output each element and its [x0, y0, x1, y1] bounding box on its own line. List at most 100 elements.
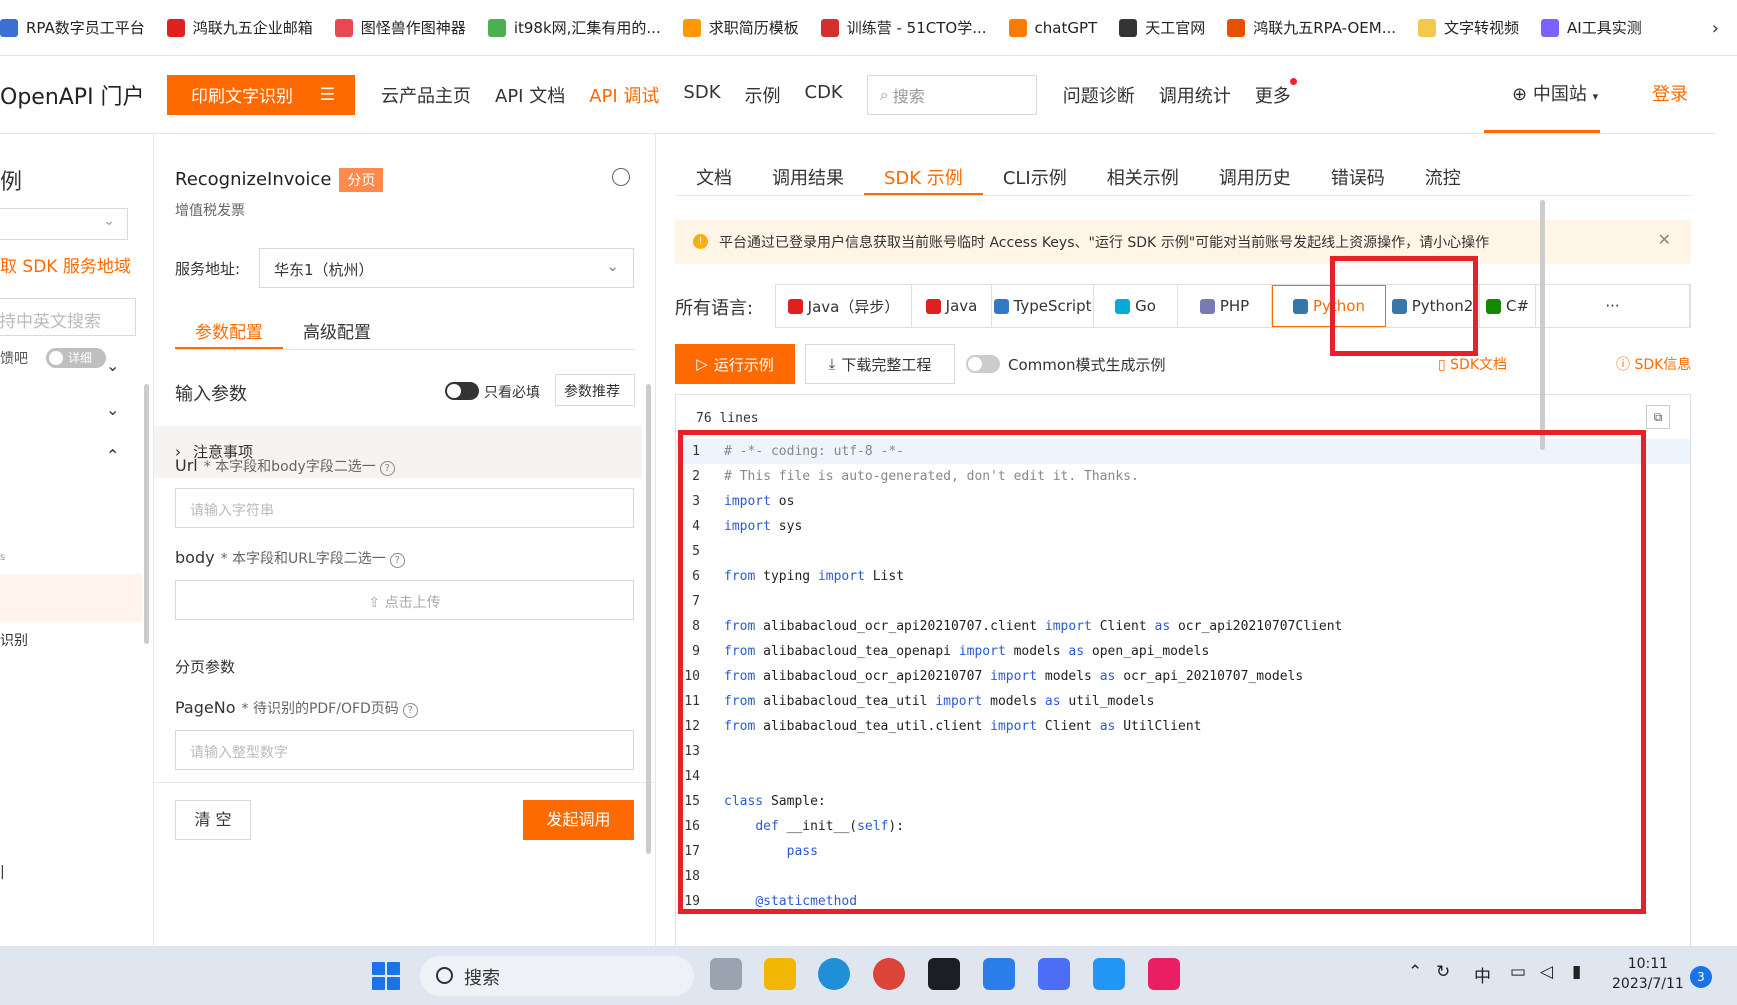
bookmark-item[interactable]: 鸿联九五企业邮箱 — [166, 17, 313, 38]
language-tab[interactable]: C# — [1480, 285, 1536, 327]
language-tab[interactable]: Go — [1094, 285, 1178, 327]
nav-item[interactable]: 示例 — [745, 82, 781, 108]
result-tab[interactable]: SDK 示例 — [864, 152, 983, 195]
clear-button[interactable]: 清 空 — [175, 800, 251, 840]
help-icon[interactable]: ? — [402, 703, 418, 718]
network-icon[interactable]: ▭ — [1510, 962, 1526, 982]
sidebar-item-dash[interactable]: | — [0, 864, 5, 880]
edge-icon[interactable] — [818, 958, 850, 990]
chevron-up-icon[interactable]: ⌃ — [1408, 962, 1422, 982]
app-pink-icon[interactable] — [1148, 958, 1180, 990]
url-input[interactable]: 请输入字符串 — [175, 488, 634, 528]
chevron-down-icon[interactable]: ⌄ — [106, 400, 119, 419]
sidebar-scrollbar[interactable] — [144, 384, 149, 644]
nav-item[interactable]: API 调试 — [589, 82, 659, 108]
download-project-button[interactable]: ⤓ 下载完整工程 — [805, 344, 955, 384]
result-tab[interactable]: 调用历史 — [1199, 152, 1311, 195]
language-label: Go — [1135, 297, 1156, 315]
product-selector-button[interactable]: 印刷文字识别 ☰ — [167, 74, 355, 115]
search-input[interactable]: ⌕ 搜索 — [866, 74, 1037, 115]
result-tab[interactable]: 错误码 — [1311, 152, 1405, 195]
taskbar-search[interactable]: 搜索 — [420, 956, 694, 996]
login-link[interactable]: 登录 — [1652, 80, 1688, 106]
nav-item[interactable]: 更多 — [1255, 77, 1297, 108]
feishu-icon[interactable] — [1093, 958, 1125, 990]
service-address-select[interactable]: 华东1（杭州） ⌄ — [259, 248, 634, 288]
result-tab[interactable]: 文档 — [676, 152, 752, 195]
copy-icon[interactable]: ⧉ — [1646, 405, 1670, 429]
sync-icon[interactable]: ↻ — [1436, 962, 1450, 982]
language-tab[interactable]: TypeScript — [992, 285, 1094, 327]
language-tab[interactable]: ··· — [1536, 285, 1690, 327]
nav-item[interactable]: 云产品主页 — [381, 82, 471, 108]
help-icon[interactable]: ? — [379, 461, 395, 476]
invoke-button[interactable]: 发起调用 — [523, 800, 634, 840]
portal-logo[interactable]: OpenAPI 门户 — [0, 79, 160, 111]
version-select[interactable]: ⌄ — [0, 208, 128, 240]
feedback-link[interactable]: 馈吧 — [0, 348, 28, 368]
feedback-smile-icon[interactable] — [612, 168, 630, 186]
bookmark-item[interactable]: chatGPT — [1008, 18, 1098, 37]
nav-item[interactable]: CDK — [805, 82, 843, 108]
help-icon[interactable]: ? — [389, 553, 405, 568]
battery-icon[interactable]: ▮ — [1572, 962, 1581, 982]
file-explorer-icon[interactable] — [764, 958, 796, 990]
run-example-button[interactable]: ▷ 运行示例 — [675, 344, 795, 384]
page-scrollbar[interactable] — [1540, 200, 1545, 450]
windows-start-icon[interactable] — [372, 962, 400, 990]
pycharm-icon[interactable] — [928, 958, 960, 990]
only-required-toggle[interactable] — [445, 382, 479, 400]
sdk-region-links[interactable]: 取 SDK 服务地域 — [0, 252, 131, 277]
sdk-doc-link[interactable]: ▯ SDK文档 — [1438, 354, 1507, 374]
bookmark-label: chatGPT — [1034, 18, 1098, 37]
notification-badge[interactable]: 3 — [1690, 966, 1712, 988]
param-recommend-button[interactable]: 参数推荐 — [555, 374, 635, 406]
download-label: 下载完整工程 — [841, 355, 932, 374]
language-tab[interactable]: PHP — [1178, 285, 1272, 327]
chevron-up-icon[interactable]: ⌃ — [106, 446, 119, 465]
bookmark-item[interactable]: 求职简历模板 — [682, 17, 799, 38]
region-selector[interactable]: ⊕ 中国站 ▾ — [1512, 80, 1598, 106]
nav-item[interactable]: 问题诊断 — [1063, 82, 1135, 108]
result-tab[interactable]: CLI示例 — [983, 152, 1087, 195]
tab-advanced-config[interactable]: 高级配置 — [283, 308, 391, 349]
tab-param-config[interactable]: 参数配置 — [175, 308, 283, 349]
params-scrollbar[interactable] — [646, 384, 651, 854]
bookmark-item[interactable]: 图怪兽作图神器 — [334, 17, 466, 38]
ime-indicator[interactable]: 中 — [1474, 962, 1491, 987]
detail-toggle[interactable]: 详细 — [46, 348, 106, 368]
bookmark-item[interactable]: RPA数字员工平台 — [0, 17, 145, 38]
bookmark-item[interactable]: AI工具实测 — [1541, 17, 1642, 38]
app-icon[interactable] — [983, 958, 1015, 990]
python-highlight-box — [1330, 256, 1478, 356]
sdk-info-link[interactable]: ⓘ SDK信息 — [1616, 354, 1691, 374]
system-clock[interactable]: 10:11 2023/7/11 — [1612, 954, 1684, 994]
api-search-input[interactable]: 持中英文搜索 — [0, 298, 136, 336]
pageno-input[interactable]: 请输入整型数字 — [175, 730, 634, 770]
chrome-icon[interactable] — [873, 958, 905, 990]
language-tab[interactable]: Java — [912, 285, 992, 327]
task-view-icon[interactable] — [710, 958, 742, 990]
nav-item[interactable]: SDK — [683, 82, 720, 108]
language-tab[interactable]: Java（异步） — [776, 285, 912, 327]
sidebar-item-s[interactable]: s — [0, 552, 5, 563]
bookmark-item[interactable]: it98k网,汇集有用的... — [487, 17, 661, 38]
bookmark-item[interactable]: 文字转视频 — [1418, 17, 1519, 38]
upload-button[interactable]: ⇪ 点击上传 — [175, 580, 634, 620]
common-mode-toggle[interactable] — [966, 355, 1000, 373]
close-icon[interactable]: ✕ — [1658, 230, 1671, 249]
nav-item[interactable]: 调用统计 — [1159, 82, 1231, 108]
result-tab[interactable]: 调用结果 — [752, 152, 864, 195]
nav-item[interactable]: API 文档 — [495, 82, 565, 108]
pen-app-icon[interactable] — [1038, 958, 1070, 990]
chevron-right-icon[interactable]: › — [1712, 18, 1719, 39]
bookmark-item[interactable]: 鸿联九五RPA-OEM... — [1227, 17, 1396, 38]
volume-icon[interactable]: ◁ — [1540, 962, 1553, 982]
sidebar-item-ocr[interactable]: 识别 — [0, 630, 28, 650]
bookmark-item[interactable]: 训练营 - 51CTO学... — [820, 17, 987, 38]
sidebar-item-selected[interactable] — [0, 574, 142, 622]
bookmark-item[interactable]: 天工官网 — [1119, 17, 1205, 38]
result-tab[interactable]: 相关示例 — [1087, 152, 1199, 195]
result-tab[interactable]: 流控 — [1405, 152, 1481, 195]
chevron-down-icon[interactable]: ⌄ — [106, 356, 119, 375]
